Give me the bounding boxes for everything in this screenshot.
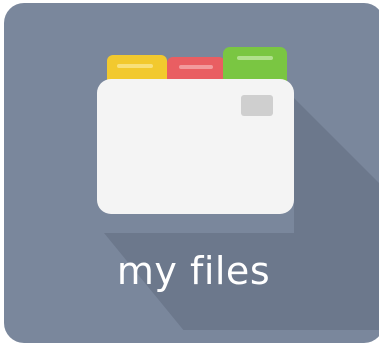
folder-label-plate (241, 95, 273, 116)
my-files-tile[interactable]: my files (4, 3, 379, 343)
tile-label: my files (116, 249, 271, 293)
